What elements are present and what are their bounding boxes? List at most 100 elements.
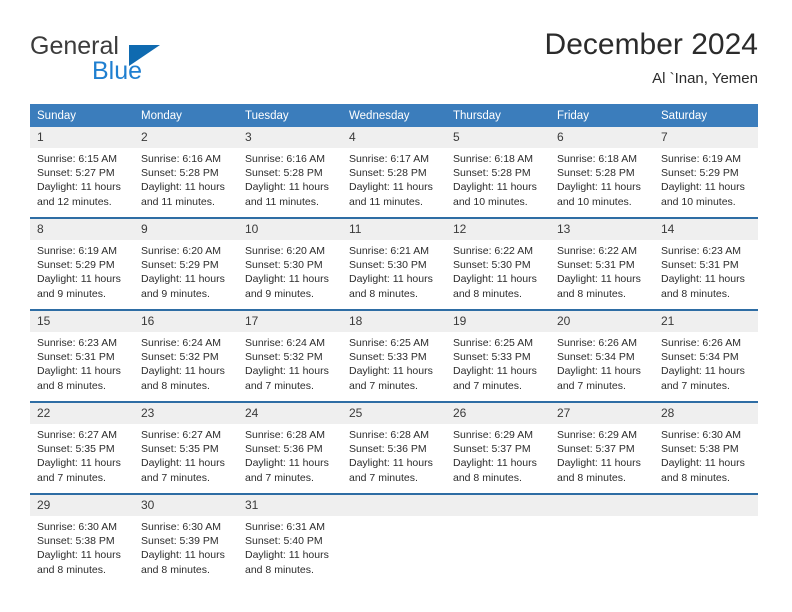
- day-detail-sunrise: Sunrise: 6:30 AM: [37, 521, 117, 533]
- calendar-day-cell[interactable]: 20 Sunrise: 6:26 AM Sunset: 5:34 PM Dayligh…: [550, 311, 654, 402]
- day-detail-daylight-line1: Daylight: 11 hours: [245, 457, 329, 470]
- day-number: 27: [550, 403, 654, 424]
- day-detail-sunset: Sunset: 5:29 PM: [141, 259, 219, 272]
- day-cell-inner: 30 Sunrise: 6:30 AM Sunset: 5:39 PM Dayligh…: [134, 495, 238, 585]
- day-detail-daylight-line1: Daylight: 11 hours: [245, 365, 329, 378]
- day-detail-sunset: Sunset: 5:40 PM: [245, 535, 323, 548]
- weekday-header-thursday: Thursday: [446, 104, 550, 127]
- calendar-day-cell[interactable]: 7 Sunrise: 6:19 AM Sunset: 5:29 PM Daylight…: [654, 127, 758, 218]
- day-detail-daylight-line2: and 8 minutes.: [141, 379, 210, 392]
- day-details: Sunrise: 6:27 AM Sunset: 5:35 PM Daylight:…: [134, 424, 238, 485]
- day-detail-sunrise: Sunrise: 6:28 AM: [245, 429, 325, 441]
- page-header: General Blue December 2024 Al `Inan, Yem…: [30, 26, 758, 98]
- brand-logo[interactable]: General Blue: [30, 32, 260, 90]
- weekday-header-saturday: Saturday: [654, 104, 758, 127]
- day-cell-inner: 22 Sunrise: 6:27 AM Sunset: 5:35 PM Dayligh…: [30, 403, 134, 493]
- day-details: Sunrise: 6:24 AM Sunset: 5:32 PM Daylight:…: [134, 332, 238, 393]
- day-details: Sunrise: 6:28 AM Sunset: 5:36 PM Daylight:…: [238, 424, 342, 485]
- calendar-day-cell[interactable]: 21 Sunrise: 6:26 AM Sunset: 5:34 PM Dayligh…: [654, 311, 758, 402]
- day-detail-daylight-line1: Daylight: 11 hours: [557, 273, 641, 286]
- day-detail-daylight-line1: Daylight: 11 hours: [245, 549, 329, 562]
- day-detail-sunset: Sunset: 5:31 PM: [37, 351, 115, 364]
- day-detail-sunset: Sunset: 5:27 PM: [37, 167, 115, 180]
- day-detail-daylight-line2: and 9 minutes.: [37, 287, 106, 300]
- calendar-day-cell[interactable]: [446, 495, 550, 585]
- day-detail-daylight-line2: and 7 minutes.: [661, 379, 730, 392]
- day-detail-sunrise: Sunrise: 6:15 AM: [37, 153, 117, 165]
- day-detail-sunrise: Sunrise: 6:31 AM: [245, 521, 325, 533]
- day-details: Sunrise: 6:15 AM Sunset: 5:27 PM Daylight:…: [30, 148, 134, 209]
- day-detail-daylight-line2: and 7 minutes.: [245, 379, 314, 392]
- calendar-day-cell[interactable]: 11 Sunrise: 6:21 AM Sunset: 5:30 PM Dayligh…: [342, 219, 446, 310]
- day-detail-daylight-line2: and 8 minutes.: [37, 379, 106, 392]
- day-details: Sunrise: 6:25 AM Sunset: 5:33 PM Daylight:…: [446, 332, 550, 393]
- calendar-day-cell[interactable]: 18 Sunrise: 6:25 AM Sunset: 5:33 PM Dayligh…: [342, 311, 446, 402]
- calendar-day-cell[interactable]: [342, 495, 446, 585]
- calendar-day-cell[interactable]: [550, 495, 654, 585]
- day-cell-inner: 8 Sunrise: 6:19 AM Sunset: 5:29 PM Daylight…: [30, 219, 134, 309]
- calendar-day-cell[interactable]: 30 Sunrise: 6:30 AM Sunset: 5:39 PM Dayligh…: [134, 495, 238, 585]
- day-detail-sunrise: Sunrise: 6:27 AM: [37, 429, 117, 441]
- calendar-day-cell[interactable]: 29 Sunrise: 6:30 AM Sunset: 5:38 PM Dayligh…: [30, 495, 134, 585]
- calendar-day-cell[interactable]: 8 Sunrise: 6:19 AM Sunset: 5:29 PM Daylight…: [30, 219, 134, 310]
- calendar-day-cell[interactable]: 5 Sunrise: 6:18 AM Sunset: 5:28 PM Daylight…: [446, 127, 550, 218]
- day-cell-inner: 25 Sunrise: 6:28 AM Sunset: 5:36 PM Dayligh…: [342, 403, 446, 493]
- calendar-day-cell[interactable]: 31 Sunrise: 6:31 AM Sunset: 5:40 PM Dayligh…: [238, 495, 342, 585]
- day-number: 26: [446, 403, 550, 424]
- day-detail-sunset: Sunset: 5:35 PM: [141, 443, 219, 456]
- calendar-day-cell[interactable]: 2 Sunrise: 6:16 AM Sunset: 5:28 PM Daylight…: [134, 127, 238, 218]
- calendar-day-cell[interactable]: 27 Sunrise: 6:29 AM Sunset: 5:37 PM Dayligh…: [550, 403, 654, 494]
- calendar-day-cell[interactable]: 15 Sunrise: 6:23 AM Sunset: 5:31 PM Dayligh…: [30, 311, 134, 402]
- day-detail-daylight-line1: Daylight: 11 hours: [141, 549, 225, 562]
- calendar-week-row: 15 Sunrise: 6:23 AM Sunset: 5:31 PM Dayligh…: [30, 311, 758, 402]
- day-details: Sunrise: 6:24 AM Sunset: 5:32 PM Daylight:…: [238, 332, 342, 393]
- calendar-day-cell[interactable]: 23 Sunrise: 6:27 AM Sunset: 5:35 PM Dayligh…: [134, 403, 238, 494]
- calendar-day-cell[interactable]: 3 Sunrise: 6:16 AM Sunset: 5:28 PM Daylight…: [238, 127, 342, 218]
- calendar-table: Sunday Monday Tuesday Wednesday Thursday…: [30, 104, 758, 585]
- day-number: [342, 495, 446, 516]
- day-detail-sunrise: Sunrise: 6:25 AM: [349, 337, 429, 349]
- day-details: Sunrise: 6:29 AM Sunset: 5:37 PM Daylight:…: [550, 424, 654, 485]
- calendar-header-row: Sunday Monday Tuesday Wednesday Thursday…: [30, 104, 758, 127]
- calendar-day-cell[interactable]: 16 Sunrise: 6:24 AM Sunset: 5:32 PM Dayligh…: [134, 311, 238, 402]
- calendar-day-cell[interactable]: 24 Sunrise: 6:28 AM Sunset: 5:36 PM Dayligh…: [238, 403, 342, 494]
- calendar-day-cell[interactable]: 26 Sunrise: 6:29 AM Sunset: 5:37 PM Dayligh…: [446, 403, 550, 494]
- day-detail-sunset: Sunset: 5:37 PM: [453, 443, 531, 456]
- day-detail-sunrise: Sunrise: 6:18 AM: [453, 153, 533, 165]
- day-cell-inner: [446, 495, 550, 585]
- calendar-day-cell[interactable]: 19 Sunrise: 6:25 AM Sunset: 5:33 PM Dayligh…: [446, 311, 550, 402]
- calendar-day-cell[interactable]: 14 Sunrise: 6:23 AM Sunset: 5:31 PM Dayligh…: [654, 219, 758, 310]
- day-detail-sunrise: Sunrise: 6:26 AM: [661, 337, 741, 349]
- calendar-day-cell[interactable]: 17 Sunrise: 6:24 AM Sunset: 5:32 PM Dayligh…: [238, 311, 342, 402]
- calendar-day-cell[interactable]: 10 Sunrise: 6:20 AM Sunset: 5:30 PM Dayligh…: [238, 219, 342, 310]
- day-detail-daylight-line2: and 8 minutes.: [453, 287, 522, 300]
- calendar-day-cell[interactable]: 6 Sunrise: 6:18 AM Sunset: 5:28 PM Daylight…: [550, 127, 654, 218]
- calendar-day-cell[interactable]: 4 Sunrise: 6:17 AM Sunset: 5:28 PM Daylight…: [342, 127, 446, 218]
- day-detail-sunrise: Sunrise: 6:16 AM: [141, 153, 221, 165]
- day-details: Sunrise: 6:20 AM Sunset: 5:29 PM Daylight:…: [134, 240, 238, 301]
- calendar-day-cell[interactable]: 13 Sunrise: 6:22 AM Sunset: 5:31 PM Dayligh…: [550, 219, 654, 310]
- calendar-day-cell[interactable]: 1 Sunrise: 6:15 AM Sunset: 5:27 PM Daylight…: [30, 127, 134, 218]
- day-detail-sunrise: Sunrise: 6:16 AM: [245, 153, 325, 165]
- calendar-day-cell[interactable]: 9 Sunrise: 6:20 AM Sunset: 5:29 PM Daylight…: [134, 219, 238, 310]
- day-detail-daylight-line2: and 7 minutes.: [349, 379, 418, 392]
- day-detail-sunrise: Sunrise: 6:23 AM: [37, 337, 117, 349]
- calendar-day-cell[interactable]: 12 Sunrise: 6:22 AM Sunset: 5:30 PM Dayligh…: [446, 219, 550, 310]
- calendar-day-cell[interactable]: 25 Sunrise: 6:28 AM Sunset: 5:36 PM Dayligh…: [342, 403, 446, 494]
- day-detail-sunrise: Sunrise: 6:20 AM: [141, 245, 221, 257]
- calendar-day-cell[interactable]: 28 Sunrise: 6:30 AM Sunset: 5:38 PM Dayligh…: [654, 403, 758, 494]
- day-detail-daylight-line2: and 7 minutes.: [37, 471, 106, 484]
- day-detail-daylight-line1: Daylight: 11 hours: [557, 181, 641, 194]
- day-detail-daylight-line1: Daylight: 11 hours: [349, 365, 433, 378]
- day-detail-daylight-line1: Daylight: 11 hours: [557, 457, 641, 470]
- day-detail-daylight-line2: and 8 minutes.: [557, 287, 626, 300]
- day-detail-sunrise: Sunrise: 6:29 AM: [557, 429, 637, 441]
- day-detail-sunset: Sunset: 5:28 PM: [349, 167, 427, 180]
- calendar-day-cell[interactable]: 22 Sunrise: 6:27 AM Sunset: 5:35 PM Dayligh…: [30, 403, 134, 494]
- day-cell-inner: 18 Sunrise: 6:25 AM Sunset: 5:33 PM Dayligh…: [342, 311, 446, 401]
- calendar-day-cell[interactable]: [654, 495, 758, 585]
- weekday-header-monday: Monday: [134, 104, 238, 127]
- day-detail-sunset: Sunset: 5:29 PM: [661, 167, 739, 180]
- day-details: Sunrise: 6:23 AM Sunset: 5:31 PM Daylight:…: [30, 332, 134, 393]
- day-number: 30: [134, 495, 238, 516]
